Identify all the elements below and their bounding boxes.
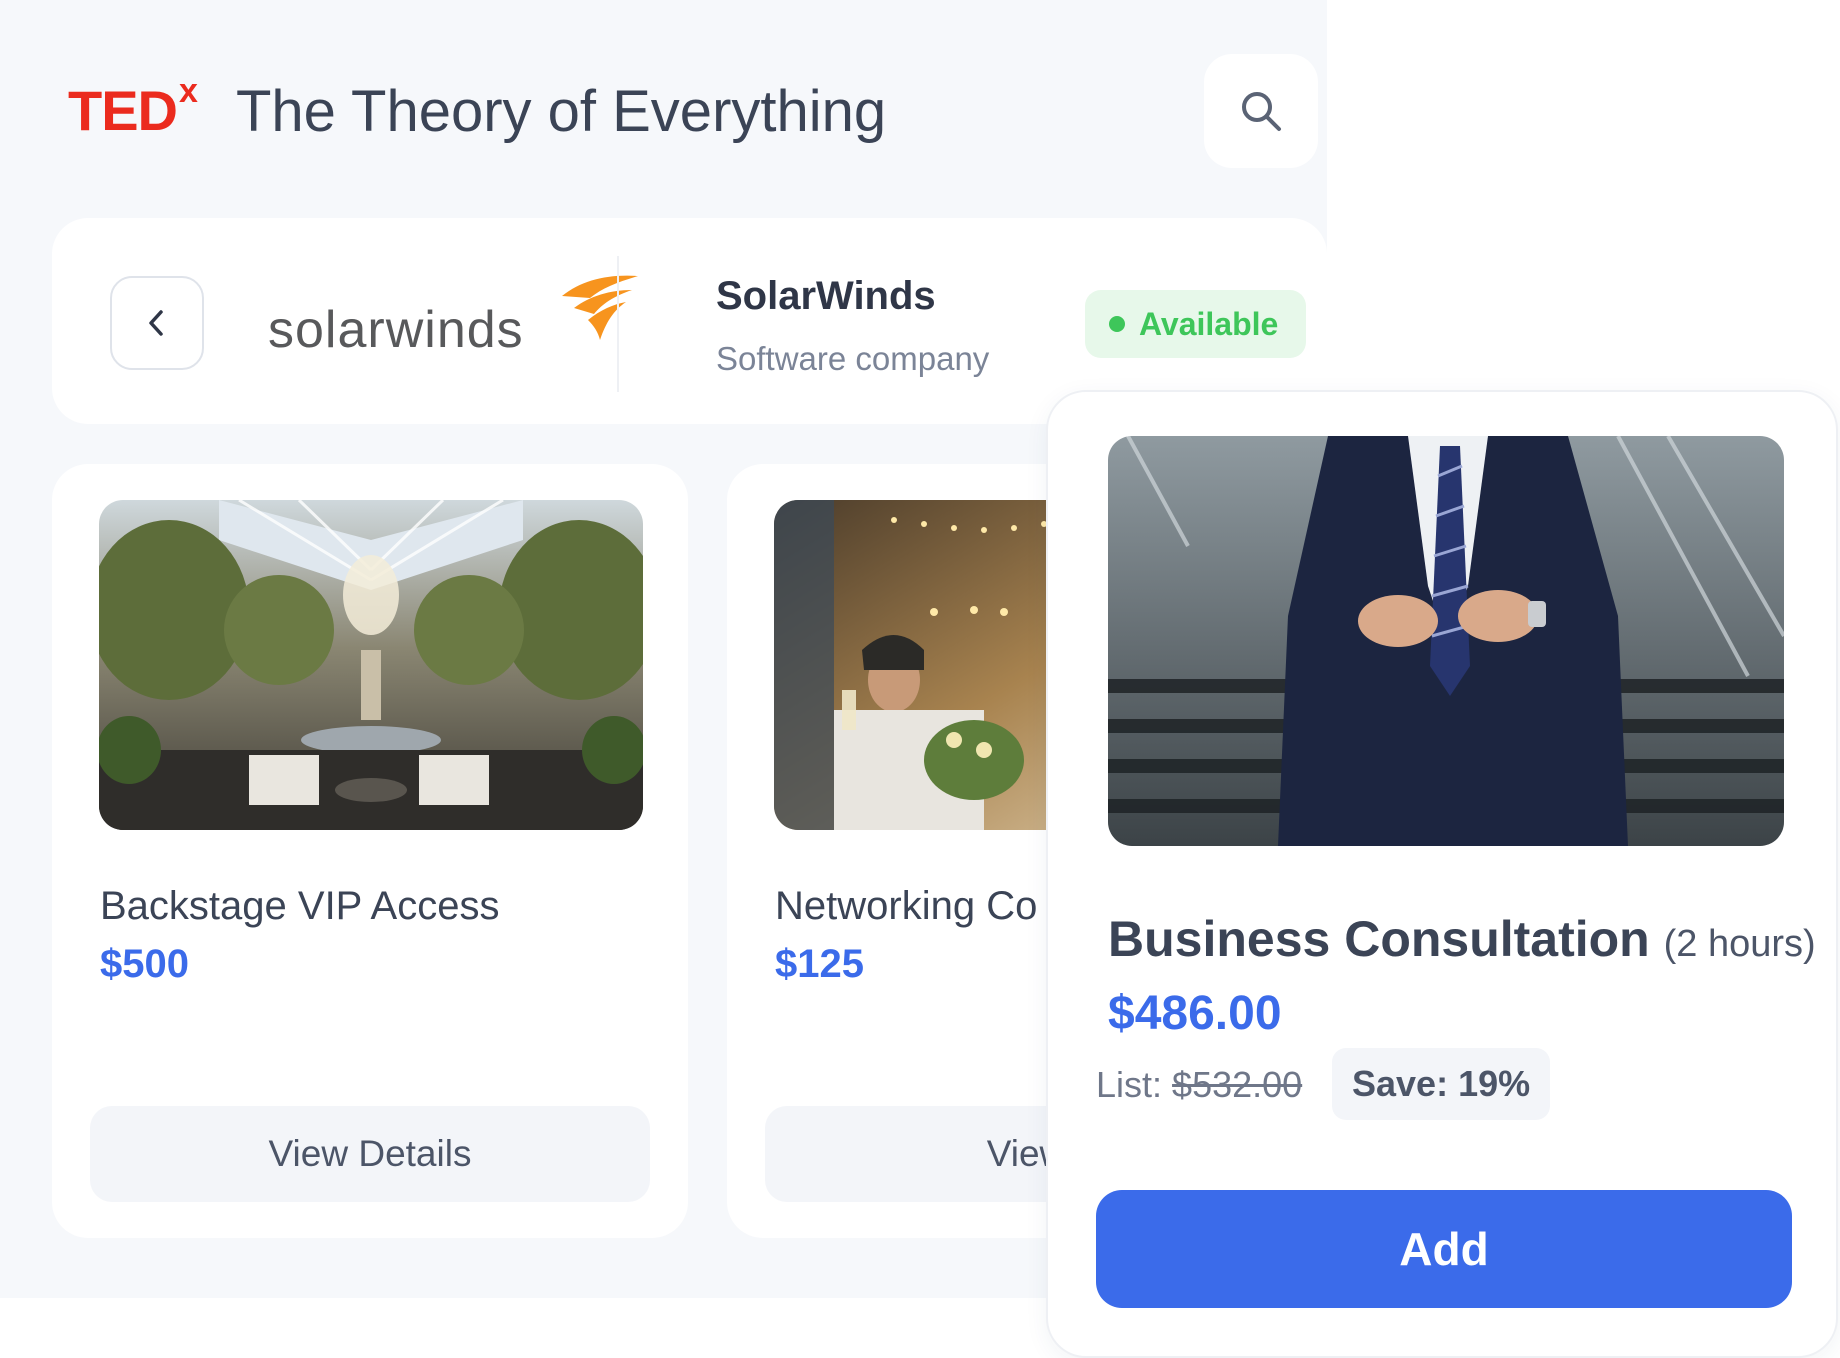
status-dot-icon [1109,316,1125,332]
chevron-left-icon [149,310,163,336]
divider [617,256,619,392]
vendor-logo: solarwinds [268,274,638,374]
flame-icon [562,275,638,340]
vendor-name: SolarWinds [716,274,936,318]
page-title: The Theory of Everything [236,79,887,144]
featured-duration: (2 hours) [1663,923,1816,965]
product-price: $500 [100,942,189,986]
consultation-image [1108,436,1784,846]
vendor-type: Software company [716,340,990,377]
featured-title-text: Business Consultation [1108,911,1650,967]
list-label: List: [1096,1064,1163,1105]
brand-sup-text: x [179,72,198,110]
product-title: Networking Co [775,884,1038,928]
add-button[interactable]: Add [1096,1190,1792,1308]
status-badge: Available [1085,290,1307,358]
brand-main-text: TED [68,79,178,142]
app-stage: TED x The Theory of Everything solarwind… [0,0,1840,1358]
product-price: $125 [775,942,864,986]
tedx-logo: TED x [68,72,198,143]
venue-image [99,500,643,830]
featured-product-card: Business Consultation (2 hours) $486.00 … [1046,390,1838,1358]
featured-price: $486.00 [1108,987,1282,1040]
search-icon [1242,92,1281,131]
product-title: Backstage VIP Access [100,884,500,928]
vendor-logo-text: solarwinds [268,301,524,359]
list-price-row: List: $532.00 [1096,1064,1302,1106]
save-badge: Save: 19% [1332,1048,1551,1120]
product-card: Backstage VIP Access $500 View Details [52,464,688,1238]
list-price: $532.00 [1172,1064,1303,1105]
featured-title: Business Consultation (2 hours) [1108,910,1816,968]
status-text: Available [1139,305,1279,342]
back-button[interactable] [110,276,204,370]
search-button[interactable] [1204,54,1318,168]
view-details-button[interactable]: View Details [90,1106,650,1202]
